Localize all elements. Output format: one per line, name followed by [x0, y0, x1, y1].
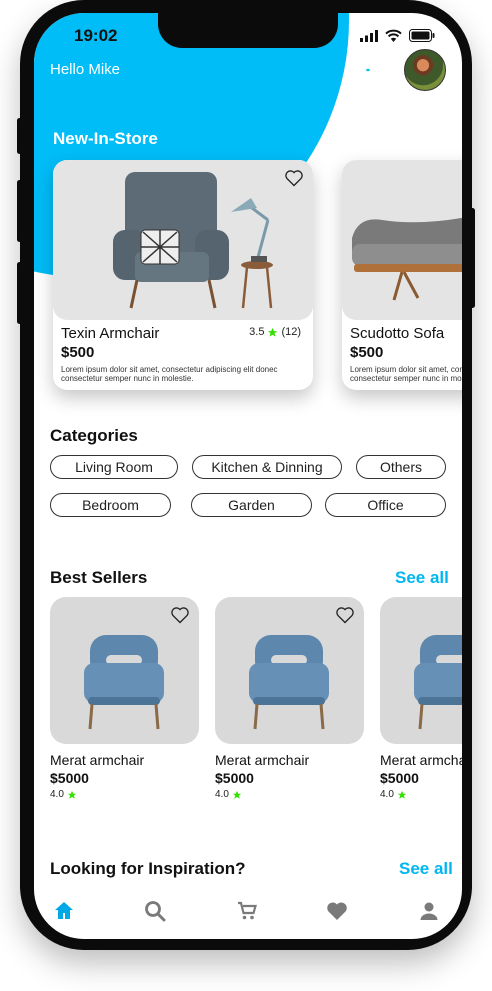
- cart-icon[interactable]: [235, 899, 259, 923]
- favorite-heart-icon[interactable]: [284, 168, 304, 188]
- battery-icon: [409, 29, 435, 42]
- product-price: $5000: [215, 770, 254, 786]
- inspiration-see-all-link[interactable]: See all: [399, 859, 453, 879]
- product-rating: 4.0: [50, 789, 77, 800]
- product-image: [380, 597, 462, 744]
- category-chip-bedroom[interactable]: Bedroom: [50, 493, 171, 517]
- category-chip-others[interactable]: Others: [356, 455, 446, 479]
- category-chip-living-room[interactable]: Living Room: [50, 455, 178, 479]
- category-chip-kitchen-dinning[interactable]: Kitchen & Dinning: [192, 455, 342, 479]
- product-name: Merat armchair: [215, 752, 310, 768]
- product-price: $5000: [50, 770, 89, 786]
- rating-value: 4.0: [380, 789, 394, 800]
- product-name: Merat armchair: [50, 752, 145, 768]
- star-icon: [67, 790, 77, 799]
- best-sellers-see-all-link[interactable]: See all: [395, 568, 449, 588]
- rating-value: 4.0: [215, 789, 229, 800]
- mute-switch: [17, 118, 22, 154]
- notch: [158, 13, 338, 48]
- greeting-text: Hello Mike: [50, 61, 121, 78]
- rating-value: 3.5: [249, 326, 265, 338]
- volume-up-button: [17, 180, 22, 242]
- search-icon[interactable]: [143, 899, 167, 923]
- product-card-scudotto-sofa[interactable]: Scudotto Sofa $500 Lorem ipsum dolor sit…: [342, 160, 462, 390]
- profile-icon[interactable]: [417, 899, 441, 923]
- status-icons: [360, 29, 435, 42]
- product-description: Lorem ipsum dolor sit amet, consectetur …: [350, 365, 462, 383]
- briefcase-icon[interactable]: [354, 55, 382, 83]
- product-price: $500: [350, 344, 384, 361]
- wifi-icon: [385, 29, 402, 42]
- bottom-tab-bar: [34, 899, 462, 933]
- avatar[interactable]: [404, 49, 446, 91]
- category-chip-office[interactable]: Office: [325, 493, 446, 517]
- best-sellers-title: Best Sellers: [50, 568, 148, 587]
- status-time: 19:02: [74, 26, 118, 45]
- product-image: [53, 160, 313, 320]
- review-count: (12): [281, 326, 301, 338]
- volume-down-button: [17, 262, 22, 324]
- power-button: [470, 208, 475, 308]
- product-price: $5000: [380, 770, 419, 786]
- product-rating: 4.0: [215, 789, 242, 800]
- heart-icon[interactable]: [325, 899, 349, 923]
- inspiration-title: Looking for Inspiration?: [50, 859, 246, 878]
- star-icon: [268, 327, 278, 337]
- favorite-heart-icon[interactable]: [170, 605, 190, 625]
- favorite-heart-icon[interactable]: [335, 605, 355, 625]
- star-icon: [232, 790, 242, 799]
- blue-armchair-illustration: [414, 635, 462, 730]
- product-description: Lorem ipsum dolor sit amet, consectetur …: [61, 365, 278, 383]
- product-price: $500: [61, 344, 95, 361]
- new-in-store-title: New-In-Store: [53, 129, 158, 148]
- product-name: Texin Armchair: [61, 325, 160, 342]
- app-screen: 19:02 Hello Mike New-In-Store See all Te…: [34, 13, 462, 939]
- star-icon: [397, 790, 407, 799]
- signal-icon: [360, 29, 378, 42]
- product-image: [342, 160, 462, 320]
- home-icon[interactable]: [52, 899, 76, 923]
- product-name: Scudotto Sofa: [350, 325, 445, 342]
- product-name: Merat armchair: [380, 752, 462, 768]
- product-card-texin-armchair[interactable]: Texin Armchair 3.5 (12) $500 Lorem ipsum…: [53, 160, 313, 390]
- armchair-illustration: [113, 172, 273, 309]
- sofa-illustration: [352, 217, 462, 301]
- categories-title: Categories: [50, 426, 138, 445]
- new-in-store-see-all-link[interactable]: See all: [395, 129, 449, 149]
- category-chip-garden[interactable]: Garden: [191, 493, 312, 517]
- product-rating: 3.5 (12): [249, 326, 301, 338]
- product-rating: 4.0: [380, 789, 407, 800]
- rating-value: 4.0: [50, 789, 64, 800]
